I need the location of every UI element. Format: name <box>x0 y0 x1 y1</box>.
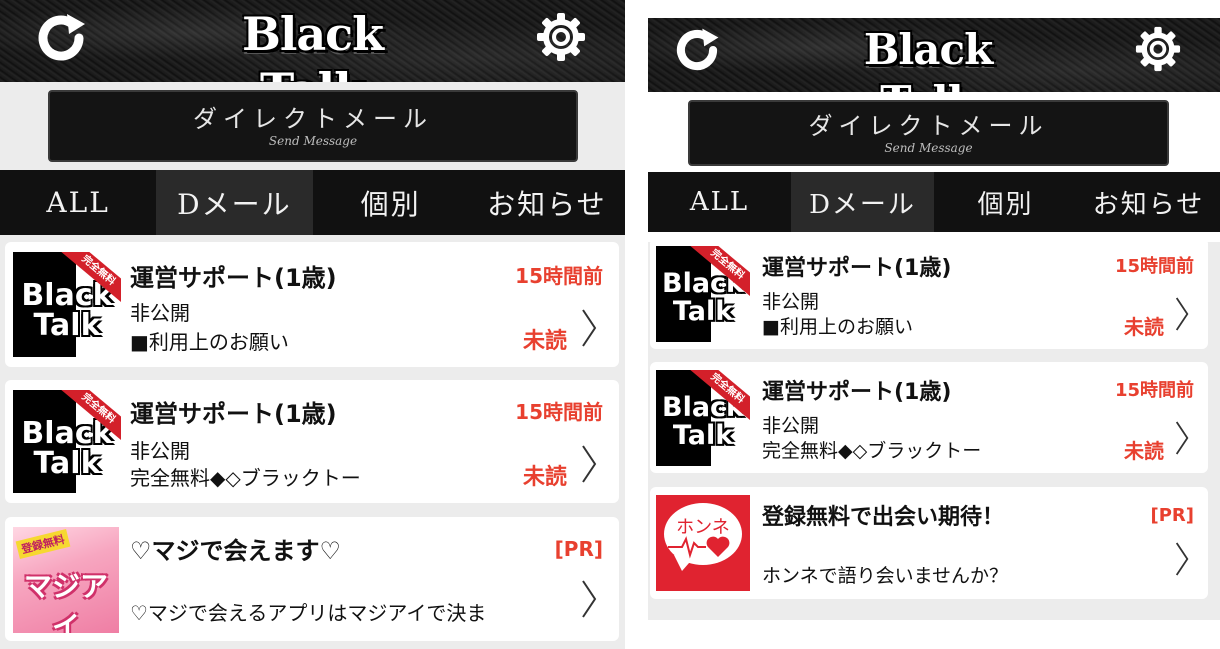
app-logo: Black Talk <box>863 25 993 92</box>
tab-all[interactable]: ALL <box>0 170 157 235</box>
settings-button[interactable] <box>1132 24 1184 74</box>
screen-right: Black Talk ダイレクトメール Send Message <box>648 18 1220 649</box>
tab-bar: ALL Dメール 個別 お知らせ <box>648 172 1220 232</box>
thumb-text-talk: Talk <box>672 296 734 327</box>
refresh-icon <box>676 28 719 71</box>
list-item[interactable]: Black Talk 完全無料 運営サポート(1歳) 15時間前 非公開 ■利用… <box>5 242 619 367</box>
unread-status: 未読 <box>1124 439 1164 463</box>
tab-all[interactable]: ALL <box>648 172 791 232</box>
unread-status: 未読 <box>1124 315 1164 339</box>
sender-name: 運営サポート(1歳) <box>762 380 952 405</box>
ad-title: 登録無料で出会い期待！ <box>762 505 1005 530</box>
sender-name: 運営サポート(1歳) <box>130 400 337 428</box>
refresh-button[interactable] <box>30 10 92 66</box>
honne-thumbnail: ホンネ <box>656 495 750 591</box>
thumb-text-talk: Talk <box>672 420 734 451</box>
timestamp: 15時間前 <box>1114 256 1194 277</box>
refresh-icon <box>38 14 85 61</box>
visibility-text: 非公開 <box>130 439 190 463</box>
gear-icon <box>537 13 585 61</box>
settings-button[interactable] <box>532 10 590 64</box>
tab-dmail[interactable]: Dメール <box>156 170 313 235</box>
pr-label: [PR] <box>554 537 603 561</box>
direct-mail-subtitle: Send Message <box>884 141 973 155</box>
chevron-right-icon <box>580 579 598 619</box>
thumb-text-talk: Talk <box>33 446 101 481</box>
timestamp: 15時間前 <box>1114 380 1194 401</box>
free-registration-badge: 登録無料 <box>15 528 71 560</box>
direct-mail-button[interactable]: ダイレクトメール Send Message <box>688 100 1169 166</box>
chevron-right-icon <box>1174 296 1190 332</box>
unread-status: 未読 <box>522 465 567 490</box>
tab-notice[interactable]: お知らせ <box>468 170 625 235</box>
gear-icon <box>1135 26 1181 72</box>
visibility-text: 非公開 <box>130 301 190 325</box>
black-talk-thumbnail: Black Talk 完全無料 <box>13 390 121 493</box>
majiai-thumbnail: 登録無料 マジアイ <box>13 527 119 633</box>
direct-mail-title: ダイレクトメール <box>808 112 1049 140</box>
black-talk-thumbnail: Black Talk 完全無料 <box>13 252 121 357</box>
direct-mail-title: ダイレクトメール <box>193 105 433 133</box>
sender-name: 運営サポート(1歳) <box>762 256 952 281</box>
tab-bar: ALL Dメール 個別 お知らせ <box>0 170 625 235</box>
ad-description: ホンネで語り会いませんか？ <box>762 565 1009 587</box>
list-item-pr[interactable]: 登録無料 マジアイ ♡マジで会えます♡ [PR] ♡マジで会えるアプリはマジアイ… <box>5 517 619 641</box>
timestamp: 15時間前 <box>515 264 603 288</box>
list-item[interactable]: Black Talk 完全無料 運営サポート(1歳) 15時間前 非公開 完全無… <box>5 380 619 503</box>
unread-status: 未読 <box>522 329 567 354</box>
list-item[interactable]: Black Talk 完全無料 運営サポート(1歳) 15時間前 非公開 ■利用… <box>650 238 1208 349</box>
thumb-app-name: マジアイ <box>23 570 108 633</box>
list-item-pr[interactable]: ホンネ 登録無料で出会い期待！ [PR] ホンネで語り会いませんか？ <box>650 487 1208 599</box>
visibility-text: 非公開 <box>762 415 820 437</box>
direct-mail-button[interactable]: ダイレクトメール Send Message <box>48 90 578 162</box>
message-preview: 完全無料◆◇ブラックトー <box>130 466 361 490</box>
app-header: Black Talk <box>0 0 625 82</box>
screen-left: Black Talk ダイレクトメール Send Message <box>0 0 625 649</box>
ad-title: ♡マジで会えます♡ <box>130 537 342 565</box>
tab-dmail[interactable]: Dメール <box>791 172 934 232</box>
tab-individual[interactable]: 個別 <box>312 170 469 235</box>
chevron-right-icon <box>580 308 598 348</box>
chevron-right-icon <box>1174 541 1190 577</box>
black-talk-thumbnail: Black Talk 完全無料 <box>656 246 750 342</box>
app-header: Black Talk <box>648 18 1220 92</box>
chevron-right-icon <box>1174 420 1190 456</box>
tab-notice[interactable]: お知らせ <box>1077 172 1220 232</box>
direct-mail-subtitle: Send Message <box>268 134 358 148</box>
message-preview: ■利用上のお願い <box>762 316 913 338</box>
tab-individual[interactable]: 個別 <box>934 172 1077 232</box>
timestamp: 15時間前 <box>515 400 603 424</box>
visibility-text: 非公開 <box>762 291 820 313</box>
thumb-text-talk: Talk <box>33 308 101 343</box>
app-logo: Black Talk <box>241 7 384 82</box>
chevron-right-icon <box>580 444 598 484</box>
pr-label: [PR] <box>1150 505 1194 526</box>
message-preview: ■利用上のお願い <box>130 330 289 354</box>
ad-description: ♡マジで会えるアプリはマジアイで決ま <box>130 601 487 625</box>
list-item[interactable]: Black Talk 完全無料 運営サポート(1歳) 15時間前 非公開 完全無… <box>650 362 1208 473</box>
message-preview: 完全無料◆◇ブラックトー <box>762 440 982 462</box>
heartbeat-heart-icon <box>668 536 730 559</box>
refresh-button[interactable] <box>670 24 724 76</box>
sender-name: 運営サポート(1歳) <box>130 264 337 292</box>
black-talk-thumbnail: Black Talk 完全無料 <box>656 370 750 466</box>
